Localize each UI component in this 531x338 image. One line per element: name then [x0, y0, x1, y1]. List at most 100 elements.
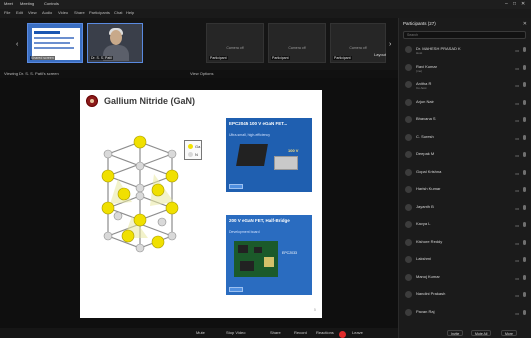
avatar [405, 151, 412, 158]
video-strip: ‹ Shared screen Dr. S. S. Patil Camera o… [0, 18, 398, 70]
participants-footer: Invite Mute All More [399, 328, 531, 338]
menu-video[interactable]: Video [58, 10, 68, 15]
zoom-window: Meet Meeting Controls – □ ✕ File Edit Vi… [0, 0, 531, 338]
menu-chat[interactable]: Chat [114, 10, 122, 15]
tile-status: Camera off [288, 46, 306, 50]
more-button[interactable]: More [501, 330, 517, 336]
leave-button[interactable]: Leave [352, 330, 363, 335]
avatar [405, 98, 412, 106]
maximize-icon[interactable]: □ [513, 1, 516, 7]
menu-meeting[interactable]: Meeting [20, 1, 34, 6]
mute-all-button[interactable]: Mute All [471, 330, 492, 336]
menu-controls[interactable]: Controls [44, 1, 59, 6]
participant-row[interactable]: Manoj Kumar ▭ [399, 271, 531, 285]
participant-row[interactable]: C. Suresh ▭ [399, 131, 531, 145]
mic-muted-icon [523, 204, 526, 210]
menu-participants[interactable]: Participants [89, 10, 110, 15]
participant-row[interactable]: Kavya L ▭ [399, 218, 531, 232]
share-button[interactable]: Share [270, 330, 281, 335]
product-image-fet: EPC2045 100 V eGaN FET... Ultra-small, h… [226, 118, 312, 192]
participant-row[interactable]: Anitha R Co-host ▭ [399, 78, 531, 92]
participant-row[interactable]: Dr. MAHESH PRASAD K Host ▭ [399, 43, 531, 57]
mic-muted-icon [523, 64, 526, 70]
menu-bar: File Edit View Audio Video Share Partici… [0, 9, 531, 18]
menu-share[interactable]: Share [74, 10, 85, 15]
mic-muted-icon [523, 134, 526, 140]
tile-name: Dr. S. S. Patil [90, 56, 113, 60]
participant-row[interactable]: Harish Kumar ▭ [399, 183, 531, 197]
avatar [405, 116, 412, 123]
minimize-icon[interactable]: – [505, 1, 508, 7]
participant-name: Lakshmi [416, 256, 431, 261]
menu-help[interactable]: Help [126, 10, 134, 15]
participant-row[interactable]: Jayanth B ▭ [399, 201, 531, 215]
participant-row[interactable]: Kishore Reddy ▭ [399, 236, 531, 250]
participant-row[interactable]: Deepak M ▭ [399, 148, 531, 162]
close-icon[interactable]: ✕ [521, 1, 525, 7]
menu-edit[interactable]: Edit [16, 10, 23, 15]
product-title: 200 V eGaN FET, Half-Bridge [229, 218, 290, 223]
participant-name: Jayanth B [416, 203, 434, 209]
video-off-icon: ▭ [515, 223, 519, 228]
menu-audio[interactable]: Audio [42, 10, 52, 15]
participant-row[interactable]: Ravi Kumar (me) ▭ [399, 61, 531, 75]
avatar [405, 46, 412, 53]
participant-tile[interactable]: Camera off Participant [206, 23, 264, 63]
participant-search-input[interactable] [403, 31, 526, 39]
reactions-button[interactable]: Reactions [316, 330, 334, 335]
presentation-slide: Gallium Nitride (GaN) Ga N EPC2045 100 V… [80, 90, 322, 318]
mic-muted-icon [523, 47, 526, 52]
legend-label: Ga [195, 144, 201, 149]
shared-screen-tile[interactable]: Shared screen [27, 23, 83, 63]
stop-video-button[interactable]: Stop Video [226, 330, 246, 335]
participant-name: C. Suresh [416, 133, 434, 139]
video-off-icon: ▭ [515, 170, 519, 176]
participants-header: Participants (27) [403, 21, 436, 26]
avatar [405, 133, 412, 141]
menu-view[interactable]: View [28, 10, 37, 15]
participant-name: Kishore Reddy [416, 238, 443, 244]
participant-row[interactable]: Pavan Raj ▭ [399, 306, 531, 320]
avatar [405, 238, 412, 246]
participant-name: Manoj Kumar [416, 273, 440, 279]
menu-file[interactable]: File [4, 10, 10, 15]
mute-button[interactable]: Mute [196, 330, 205, 335]
share-status-text: Viewing Dr. S. S. Patil's screen [4, 71, 59, 76]
atom-legend: Ga N [184, 140, 202, 160]
participant-row[interactable]: Arjun Nair ▭ [399, 96, 531, 110]
participant-name: Pavan Raj [416, 308, 435, 314]
title-bar: Meet Meeting Controls – □ ✕ [0, 0, 531, 9]
layout-button[interactable]: Layout [374, 52, 386, 57]
participant-row[interactable]: Gopal Krishna ▭ [399, 166, 531, 180]
participant-tile[interactable]: Camera off Participant [268, 23, 326, 63]
avatar [405, 308, 412, 316]
record-button[interactable]: Record [294, 330, 307, 335]
avatar [405, 63, 412, 71]
avatar [405, 203, 412, 211]
video-off-icon: ▭ [515, 65, 519, 71]
close-icon[interactable]: ✕ [523, 21, 527, 27]
participant-name: Dr. MAHESH PRASAD K [416, 46, 461, 51]
mic-muted-icon [523, 82, 526, 87]
gan-crystal-structure [101, 135, 179, 253]
tile-name: Participant [271, 56, 290, 60]
mic-muted-icon [523, 309, 526, 315]
institution-logo [86, 95, 98, 107]
menu-meet[interactable]: Meet [4, 1, 13, 6]
participant-row[interactable]: Nandini Prakash ▭ [399, 288, 531, 302]
participant-tile[interactable]: Camera off Participant [330, 23, 386, 63]
avatar [405, 273, 412, 281]
tile-name: Participant [333, 56, 352, 60]
presenter-video-tile[interactable]: Dr. S. S. Patil [87, 23, 143, 63]
product-image-board: 200 V eGaN FET, Half-Bridge Development … [226, 215, 312, 295]
product-subtitle: Development board [229, 230, 260, 234]
view-options-button[interactable]: View Options [190, 71, 214, 76]
invite-button[interactable]: Invite [447, 330, 464, 336]
chevron-right-icon[interactable]: › [389, 41, 391, 48]
participant-row[interactable]: Bhavana S ▭ [399, 113, 531, 127]
participant-name: Kavya L [416, 221, 431, 226]
mic-muted-icon [523, 222, 526, 227]
shared-screen-stage: Gallium Nitride (GaN) Ga N EPC2045 100 V… [0, 78, 398, 328]
chevron-left-icon[interactable]: ‹ [16, 41, 18, 48]
participant-row[interactable]: Lakshmi ▭ [399, 253, 531, 267]
